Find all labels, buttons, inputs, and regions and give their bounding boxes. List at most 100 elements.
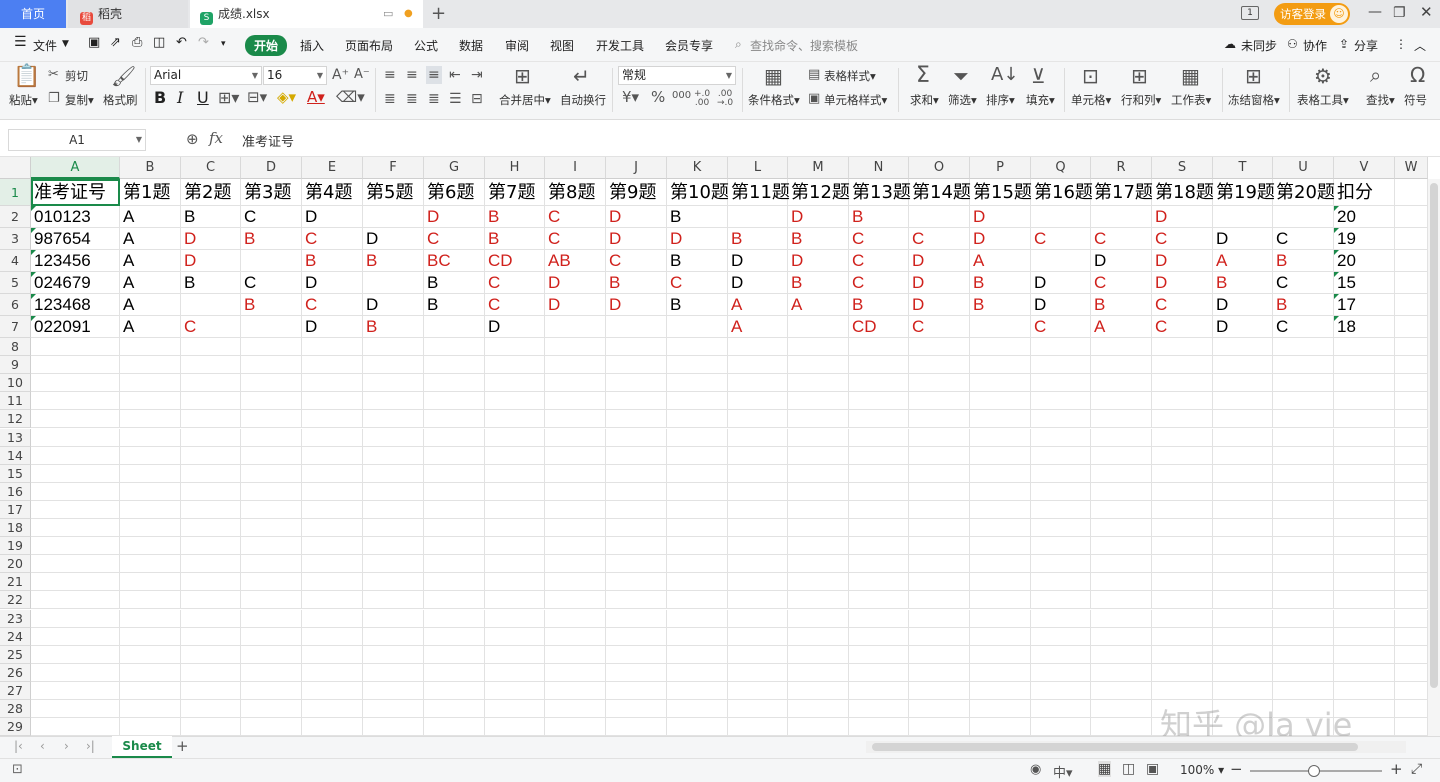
table-cell[interactable]: [606, 316, 667, 338]
clear-format-icon[interactable]: ⌫▾: [336, 90, 365, 105]
row-header[interactable]: 17: [0, 500, 31, 519]
table-cell[interactable]: C: [909, 228, 970, 250]
table-cell[interactable]: D: [788, 206, 849, 228]
table-cell[interactable]: [120, 591, 181, 610]
table-cell[interactable]: B: [241, 228, 302, 250]
table-cell[interactable]: [302, 609, 363, 628]
table-cell[interactable]: B: [667, 294, 728, 316]
table-cell[interactable]: [363, 500, 424, 519]
table-cell[interactable]: [181, 591, 241, 610]
table-cell[interactable]: [667, 410, 728, 429]
table-cell[interactable]: [970, 464, 1031, 483]
column-header[interactable]: Q: [1031, 157, 1091, 179]
table-cell[interactable]: [909, 338, 970, 357]
column-header[interactable]: N: [849, 157, 909, 179]
table-cell[interactable]: [241, 410, 302, 429]
table-cell[interactable]: [363, 374, 424, 393]
table-cell[interactable]: D: [1213, 228, 1273, 250]
table-cell[interactable]: [424, 627, 485, 646]
header-cell[interactable]: 第9题: [606, 179, 667, 206]
table-cell[interactable]: [31, 681, 120, 700]
table-cell[interactable]: [1152, 519, 1213, 538]
sheet-tab-sheet[interactable]: Sheet: [112, 736, 172, 758]
table-cell[interactable]: [667, 316, 728, 338]
table-cell[interactable]: [241, 645, 302, 664]
table-cell[interactable]: C: [1273, 228, 1334, 250]
table-cell[interactable]: [728, 537, 788, 556]
table-cell[interactable]: D: [1031, 272, 1091, 294]
table-tools-button[interactable]: 表格工具▾: [1297, 92, 1349, 108]
table-cell[interactable]: [1395, 591, 1428, 610]
header-cell[interactable]: 第18题: [1152, 179, 1214, 206]
window-icon[interactable]: ▭: [383, 0, 393, 28]
table-cell[interactable]: D: [1213, 294, 1273, 316]
table-cell[interactable]: [302, 356, 363, 375]
table-cell[interactable]: [1152, 428, 1213, 447]
table-cell[interactable]: [31, 609, 120, 628]
table-cell[interactable]: [728, 374, 788, 393]
table-cell[interactable]: [1395, 272, 1428, 294]
row-header[interactable]: 16: [0, 482, 31, 501]
table-cell[interactable]: [606, 609, 667, 628]
table-cell[interactable]: [241, 718, 302, 736]
minimize-icon[interactable]: —: [1368, 4, 1382, 20]
format-painter-button[interactable]: 格式刷: [103, 92, 138, 108]
column-header[interactable]: J: [606, 157, 667, 179]
table-cell[interactable]: [1091, 645, 1152, 664]
table-cell[interactable]: [606, 500, 667, 519]
table-cell[interactable]: C: [849, 228, 909, 250]
table-cell[interactable]: [31, 500, 120, 519]
restore-icon[interactable]: ❐: [1393, 5, 1406, 21]
table-cell[interactable]: B: [1213, 272, 1273, 294]
table-cell[interactable]: [849, 428, 909, 447]
table-cell[interactable]: [302, 374, 363, 393]
table-cell[interactable]: [1031, 663, 1091, 682]
table-cell[interactable]: [606, 627, 667, 646]
table-cell[interactable]: [909, 500, 970, 519]
column-header[interactable]: L: [728, 157, 788, 179]
row-header[interactable]: 14: [0, 446, 31, 465]
indent-increase-icon[interactable]: ⇥: [471, 68, 483, 82]
table-cell[interactable]: [788, 356, 849, 375]
table-cell[interactable]: [909, 482, 970, 501]
table-cell[interactable]: [606, 718, 667, 736]
table-cell[interactable]: [302, 591, 363, 610]
collab-button[interactable]: 协作: [1303, 37, 1327, 54]
column-header[interactable]: I: [545, 157, 606, 179]
table-cell[interactable]: [424, 609, 485, 628]
table-cell[interactable]: [1334, 609, 1395, 628]
table-cell[interactable]: [302, 681, 363, 700]
table-cell[interactable]: [424, 645, 485, 664]
column-header[interactable]: P: [970, 157, 1031, 179]
table-cell[interactable]: [1152, 609, 1213, 628]
print-icon[interactable]: ⎙: [132, 35, 142, 50]
table-cell[interactable]: [1091, 627, 1152, 646]
header-cell[interactable]: 第13题: [849, 179, 911, 206]
chevron-down-icon[interactable]: ▼: [136, 130, 142, 150]
table-cell[interactable]: [120, 500, 181, 519]
table-cell[interactable]: [1031, 555, 1091, 574]
table-cell[interactable]: [120, 573, 181, 592]
table-cell[interactable]: [788, 573, 849, 592]
more-options-icon[interactable]: ⋮: [1395, 37, 1407, 51]
table-cell[interactable]: C: [667, 272, 728, 294]
table-cell[interactable]: [1273, 573, 1334, 592]
table-cell[interactable]: B: [363, 316, 424, 338]
table-cell[interactable]: [1213, 537, 1273, 556]
table-cell[interactable]: [849, 464, 909, 483]
table-cell[interactable]: [241, 591, 302, 610]
table-cell[interactable]: [728, 206, 788, 228]
table-cell[interactable]: [31, 410, 120, 429]
table-cell[interactable]: [849, 500, 909, 519]
table-cell[interactable]: [181, 374, 241, 393]
table-cell[interactable]: [485, 573, 545, 592]
sort-icon[interactable]: A↓: [991, 66, 1018, 84]
table-cell[interactable]: [485, 645, 545, 664]
page-layout-view-icon[interactable]: ◫: [1122, 761, 1135, 777]
table-cell[interactable]: [788, 591, 849, 610]
table-cell[interactable]: [728, 338, 788, 357]
table-cell[interactable]: [1395, 718, 1428, 736]
table-cell[interactable]: 18: [1334, 316, 1395, 338]
table-cell[interactable]: B: [970, 294, 1031, 316]
table-cell[interactable]: C: [485, 294, 545, 316]
